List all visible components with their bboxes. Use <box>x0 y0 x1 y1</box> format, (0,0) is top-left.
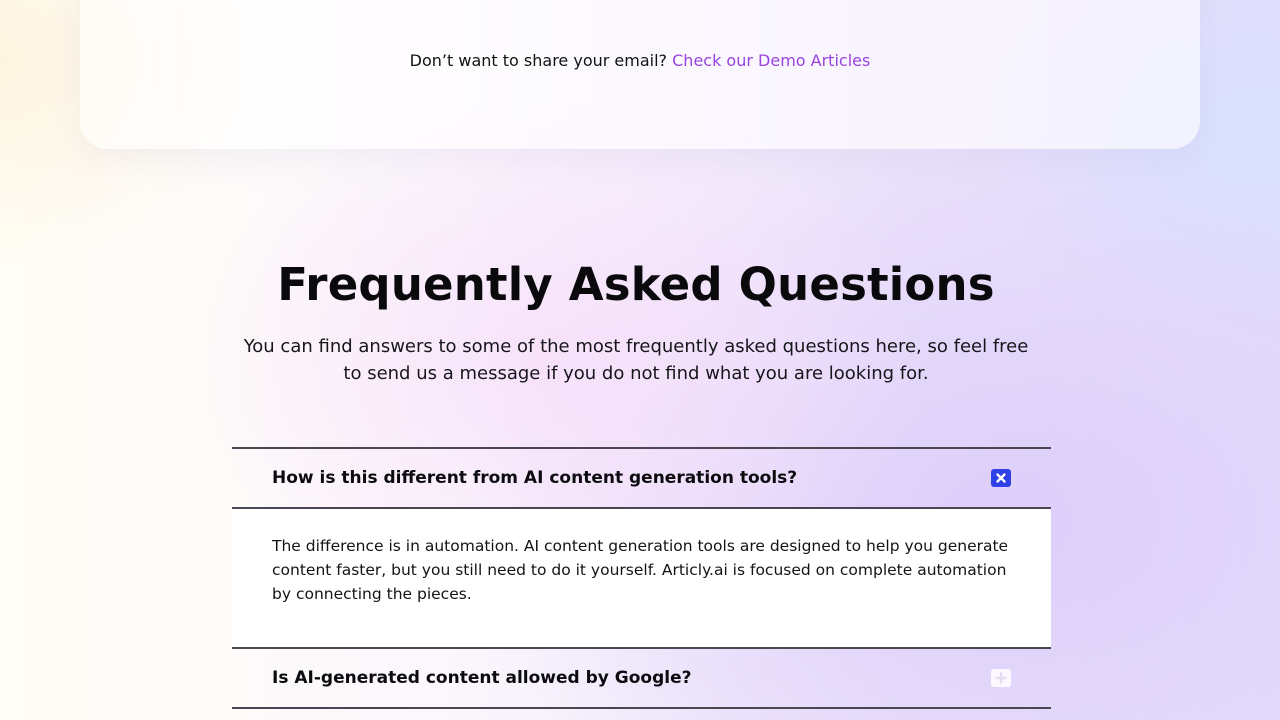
demo-articles-line: Don’t want to share your email? Check ou… <box>0 49 1280 73</box>
faq-title: Frequently Asked Questions <box>277 258 995 311</box>
faq-subtitle: You can find answers to some of the most… <box>243 336 1029 384</box>
close-icon[interactable] <box>991 469 1011 487</box>
faq-question-2[interactable]: Is AI-generated content allowed by Googl… <box>232 649 1051 707</box>
faq-item: Is AI-generated content allowed by Googl… <box>232 647 1051 709</box>
faq-item: How is this different from AI content ge… <box>232 447 1051 647</box>
faq-accordion: How is this different from AI content ge… <box>232 447 1051 709</box>
demo-prompt-text: Don’t want to share your email? <box>409 51 668 70</box>
faq-question-1[interactable]: How is this different from AI content ge… <box>232 449 1051 507</box>
demo-articles-link[interactable]: Check our Demo Articles <box>672 51 870 70</box>
plus-icon[interactable] <box>991 669 1011 687</box>
email-signup-card-bottom <box>80 0 1200 149</box>
faq-question-text: Is AI-generated content allowed by Googl… <box>272 668 692 688</box>
faq-question-text: How is this different from AI content ge… <box>272 468 798 488</box>
faq-answer-1: The difference is in automation. AI cont… <box>232 507 1051 647</box>
